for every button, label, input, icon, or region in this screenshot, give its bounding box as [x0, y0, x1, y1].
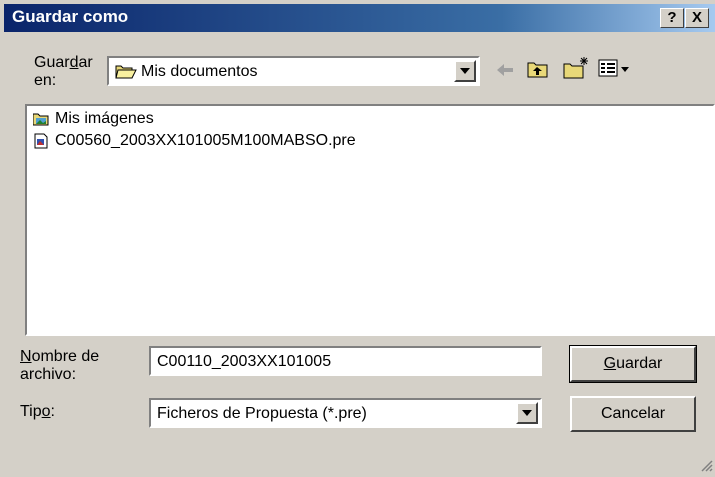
close-button[interactable]: X — [685, 8, 709, 28]
save-button[interactable]: Guardar — [569, 345, 697, 383]
save-in-label: Guardar en: — [34, 54, 93, 89]
new-folder-icon[interactable] — [562, 56, 590, 85]
picture-folder-icon — [32, 111, 49, 127]
folder-open-icon — [115, 62, 137, 85]
file-type-value: Ficheros de Propuesta (*.pre) — [157, 405, 367, 422]
file-name-label: Nombre de archivo: — [20, 348, 100, 383]
file-type-label: Tipo: — [20, 403, 55, 420]
file-name: C00560_2003XX101005M100MABSO.pre — [55, 132, 356, 149]
list-item[interactable]: Mis imágenes — [32, 108, 154, 130]
resize-grip-icon[interactable] — [699, 458, 713, 472]
save-as-dialog: Guardar como ? X Guardar en: Mis documen… — [0, 0, 715, 474]
file-type-dropdown[interactable]: Ficheros de Propuesta (*.pre) — [149, 398, 542, 428]
document-icon — [33, 133, 49, 149]
save-in-value: Mis documentos — [141, 63, 258, 80]
save-in-dropdown[interactable]: Mis documentos — [107, 56, 480, 86]
up-one-level-icon[interactable] — [526, 58, 550, 85]
file-name: Mis imágenes — [55, 110, 154, 127]
help-button[interactable]: ? — [660, 8, 684, 28]
window-title: Guardar como — [12, 7, 129, 26]
title-bar[interactable]: Guardar como ? X — [4, 4, 715, 32]
chevron-down-icon[interactable] — [454, 60, 476, 82]
back-arrow-icon[interactable] — [494, 60, 516, 85]
view-menu-icon[interactable] — [598, 58, 632, 85]
cancel-button[interactable]: Cancelar — [570, 396, 696, 432]
file-list[interactable]: Mis imágenes C00560_2003XX101005M100MABS… — [25, 104, 715, 336]
chevron-down-icon[interactable] — [516, 402, 538, 424]
file-name-input[interactable]: C00110_2003XX101005 — [149, 346, 542, 376]
list-item[interactable]: C00560_2003XX101005M100MABSO.pre — [33, 130, 356, 152]
